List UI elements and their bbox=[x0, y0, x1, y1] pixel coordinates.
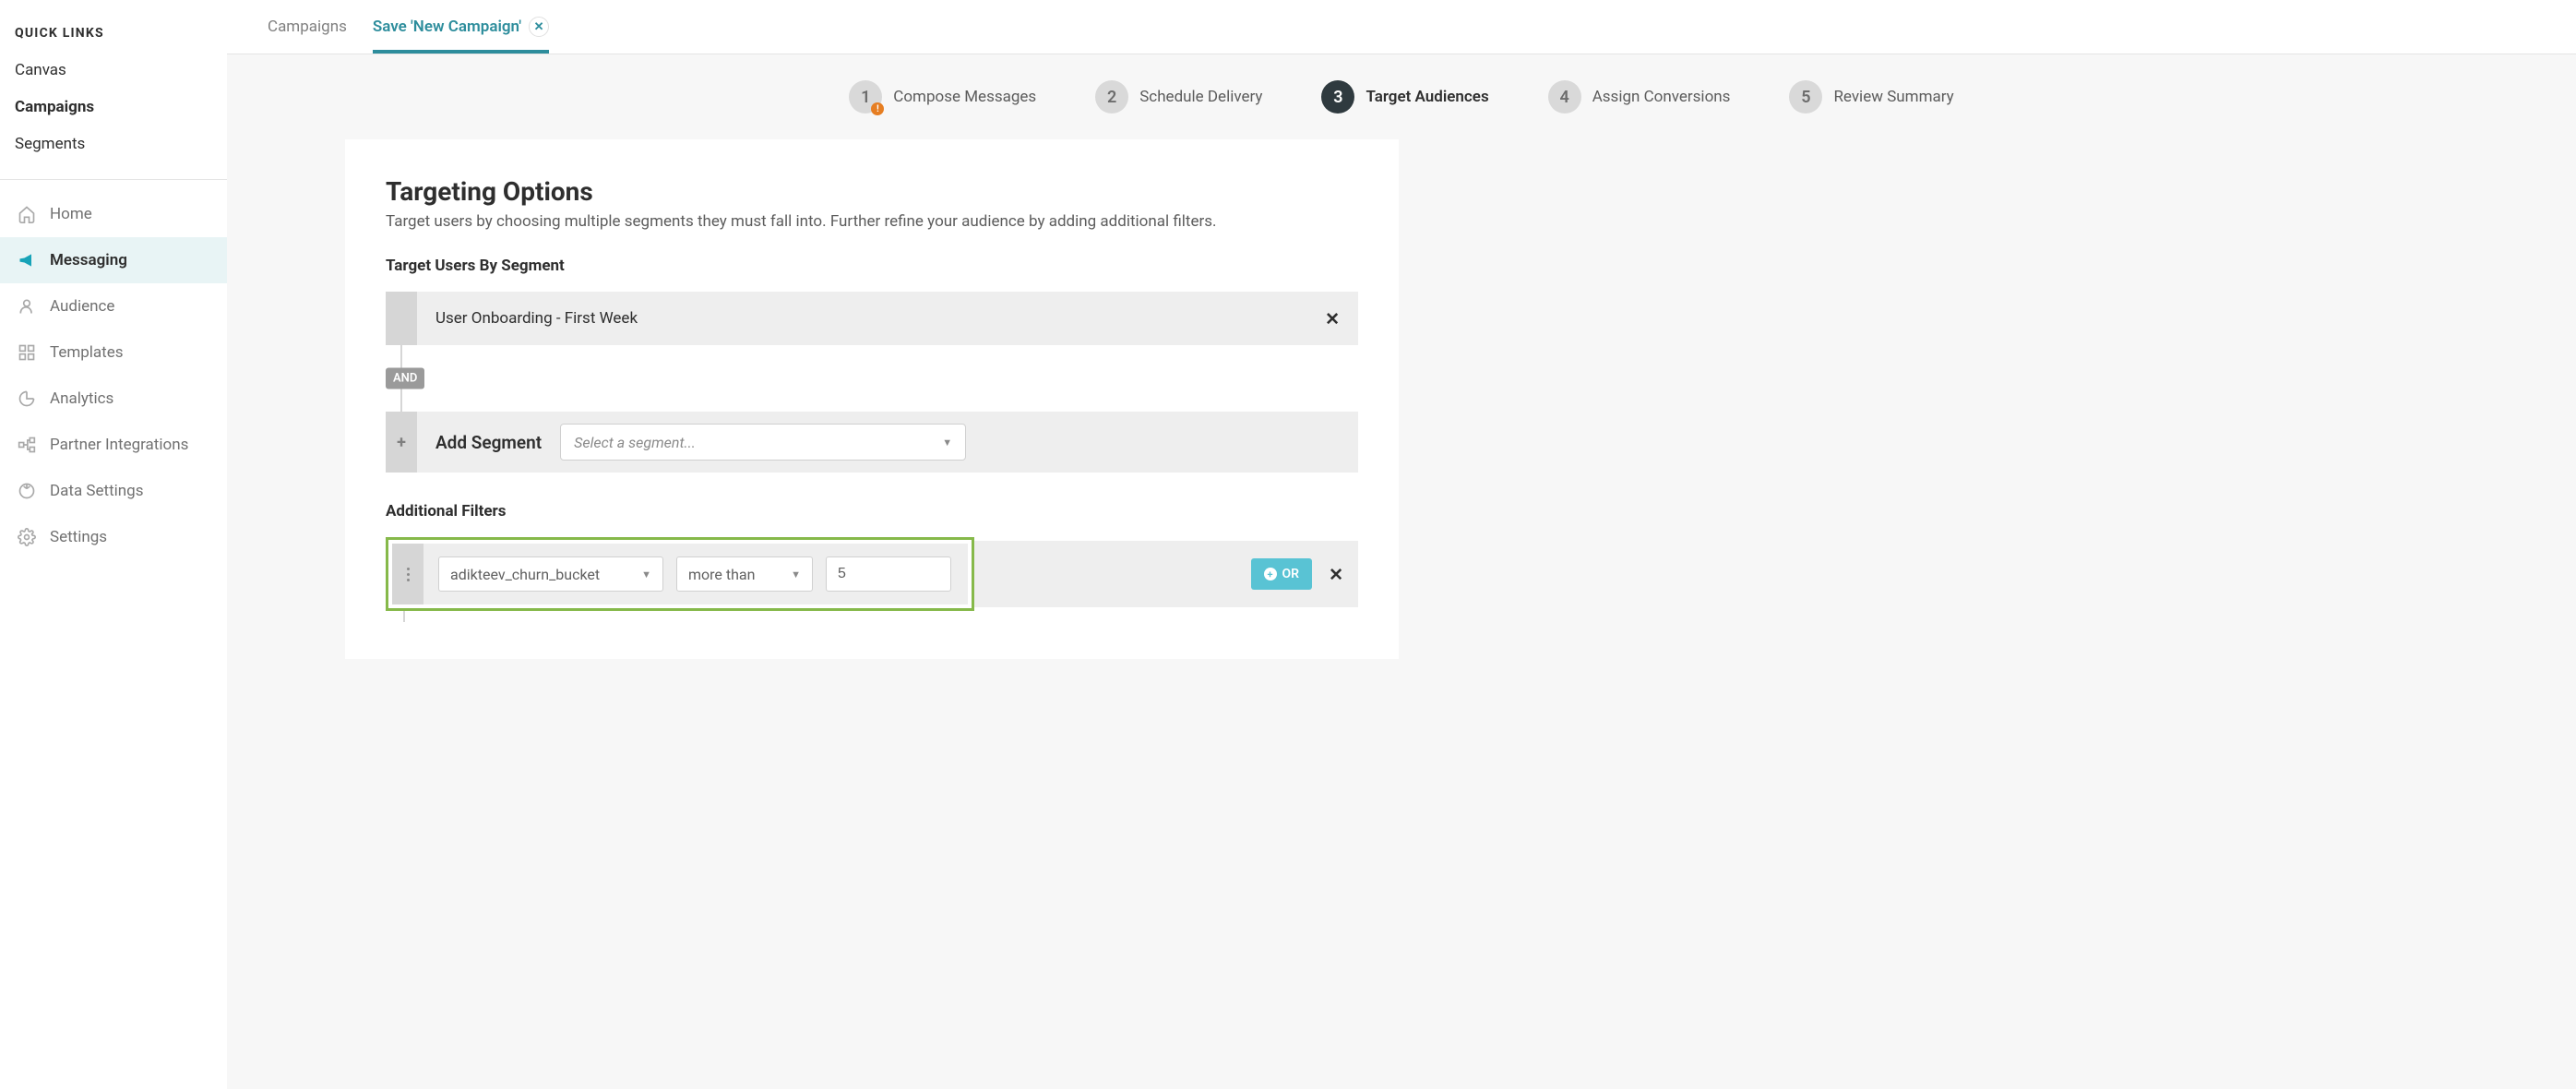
step-assign-conversions[interactable]: 4 Assign Conversions bbox=[1548, 80, 1731, 114]
home-icon bbox=[17, 204, 37, 224]
audience-icon bbox=[17, 296, 37, 317]
main-content: Campaigns Save 'New Campaign' ✕ 1 ! Comp… bbox=[227, 0, 2576, 1089]
step-review-summary[interactable]: 5 Review Summary bbox=[1789, 80, 1953, 114]
and-badge: AND bbox=[386, 368, 424, 389]
stepper: 1 ! Compose Messages 2 Schedule Delivery… bbox=[227, 54, 2576, 139]
step-schedule-delivery[interactable]: 2 Schedule Delivery bbox=[1095, 80, 1262, 114]
nav-label: Analytics bbox=[50, 389, 113, 408]
megaphone-icon bbox=[17, 250, 37, 270]
section-label-filters: Additional Filters bbox=[386, 502, 1358, 521]
segment-select-placeholder: Select a segment... bbox=[574, 434, 696, 451]
segment-name: User Onboarding - First Week bbox=[435, 309, 1306, 328]
step-label: Review Summary bbox=[1833, 88, 1953, 106]
segment-row: User Onboarding - First Week ✕ bbox=[386, 292, 1358, 345]
filter-trailing: + OR ✕ bbox=[974, 541, 1358, 607]
add-or-button[interactable]: + OR bbox=[1251, 558, 1313, 590]
nav-settings[interactable]: Settings bbox=[0, 514, 227, 560]
alert-icon: ! bbox=[871, 102, 884, 115]
filter-operator-select[interactable]: more than ▼ bbox=[676, 556, 813, 592]
tab-new-campaign[interactable]: Save 'New Campaign' ✕ bbox=[373, 0, 549, 54]
nav-home[interactable]: Home bbox=[0, 191, 227, 237]
close-icon[interactable]: ✕ bbox=[529, 17, 549, 37]
filter-value-input[interactable] bbox=[826, 556, 951, 592]
add-segment-handle[interactable]: + bbox=[386, 412, 417, 473]
sidebar-divider bbox=[0, 179, 227, 180]
data-settings-icon bbox=[17, 481, 37, 501]
nav-label: Home bbox=[50, 205, 92, 223]
targeting-card: Targeting Options Target users by choosi… bbox=[345, 139, 1399, 659]
filter-block-highlighted: adikteev_churn_bucket ▼ more than ▼ bbox=[386, 537, 974, 611]
step-number: 1 ! bbox=[849, 80, 882, 114]
step-number: 4 bbox=[1548, 80, 1581, 114]
quick-link-canvas[interactable]: Canvas bbox=[0, 52, 227, 89]
step-number: 5 bbox=[1789, 80, 1822, 114]
add-segment-row: + Add Segment Select a segment... ▼ bbox=[386, 412, 1358, 473]
settings-icon bbox=[17, 527, 37, 547]
section-label-segments: Target Users By Segment bbox=[386, 257, 1358, 275]
nav-data-settings[interactable]: Data Settings bbox=[0, 468, 227, 514]
nav-label: Partner Integrations bbox=[50, 436, 188, 454]
or-label: OR bbox=[1282, 567, 1300, 581]
segment-body: User Onboarding - First Week ✕ bbox=[417, 292, 1358, 345]
segment-handle[interactable] bbox=[386, 292, 417, 345]
tab-campaigns[interactable]: Campaigns bbox=[268, 1, 347, 53]
nav-label: Data Settings bbox=[50, 482, 144, 500]
connector-stub bbox=[403, 611, 405, 622]
segment-select[interactable]: Select a segment... ▼ bbox=[560, 424, 966, 461]
tab-label: Campaigns bbox=[268, 18, 347, 36]
step-label: Target Audiences bbox=[1366, 88, 1488, 106]
quick-links-header: QUICK LINKS bbox=[0, 0, 227, 52]
step-label: Compose Messages bbox=[893, 88, 1036, 106]
add-segment-label: Add Segment bbox=[435, 432, 542, 453]
nav-templates[interactable]: Templates bbox=[0, 329, 227, 376]
analytics-icon bbox=[17, 389, 37, 409]
filter-attribute-select[interactable]: adikteev_churn_bucket ▼ bbox=[438, 556, 663, 592]
remove-filter-icon[interactable]: ✕ bbox=[1329, 564, 1343, 585]
quick-link-segments[interactable]: Segments bbox=[0, 126, 227, 162]
nav-audience[interactable]: Audience bbox=[0, 283, 227, 329]
filter-attribute-value: adikteev_churn_bucket bbox=[450, 566, 600, 583]
page-subtitle: Target users by choosing multiple segmen… bbox=[386, 212, 1358, 231]
filter-row: adikteev_churn_bucket ▼ more than ▼ + OR bbox=[386, 537, 1358, 611]
nav-label: Messaging bbox=[50, 251, 127, 269]
page-title: Targeting Options bbox=[386, 176, 1358, 207]
tab-label: Save 'New Campaign' bbox=[373, 18, 521, 36]
quick-link-campaigns[interactable]: Campaigns bbox=[0, 89, 227, 126]
tab-bar: Campaigns Save 'New Campaign' ✕ bbox=[227, 0, 2576, 54]
step-compose-messages[interactable]: 1 ! Compose Messages bbox=[849, 80, 1036, 114]
filter-body: adikteev_churn_bucket ▼ more than ▼ bbox=[423, 544, 968, 604]
sidebar: QUICK LINKS Canvas Campaigns Segments Ho… bbox=[0, 0, 227, 1089]
templates-icon bbox=[17, 342, 37, 363]
plus-circle-icon: + bbox=[1264, 568, 1277, 580]
step-label: Assign Conversions bbox=[1592, 88, 1731, 106]
add-segment-body: Add Segment Select a segment... ▼ bbox=[417, 412, 1358, 473]
connector: AND bbox=[386, 345, 1358, 412]
step-label: Schedule Delivery bbox=[1139, 88, 1262, 106]
step-target-audiences[interactable]: 3 Target Audiences bbox=[1321, 80, 1488, 114]
filter-drag-handle[interactable] bbox=[392, 544, 423, 604]
nav-label: Templates bbox=[50, 343, 124, 362]
nav-label: Settings bbox=[50, 528, 107, 546]
nav-messaging[interactable]: Messaging bbox=[0, 237, 227, 283]
step-number: 2 bbox=[1095, 80, 1128, 114]
remove-segment-icon[interactable]: ✕ bbox=[1325, 308, 1340, 329]
filter-operator-value: more than bbox=[688, 566, 755, 583]
chevron-down-icon: ▼ bbox=[791, 568, 801, 580]
plus-icon: + bbox=[397, 433, 406, 452]
chevron-down-icon: ▼ bbox=[641, 568, 651, 580]
chevron-down-icon: ▼ bbox=[942, 437, 952, 449]
nav-analytics[interactable]: Analytics bbox=[0, 376, 227, 422]
nav-partner-integrations[interactable]: Partner Integrations bbox=[0, 422, 227, 468]
step-number: 3 bbox=[1321, 80, 1354, 114]
integrations-icon bbox=[17, 435, 37, 455]
nav-label: Audience bbox=[50, 297, 114, 316]
drag-dots-icon bbox=[407, 568, 410, 581]
